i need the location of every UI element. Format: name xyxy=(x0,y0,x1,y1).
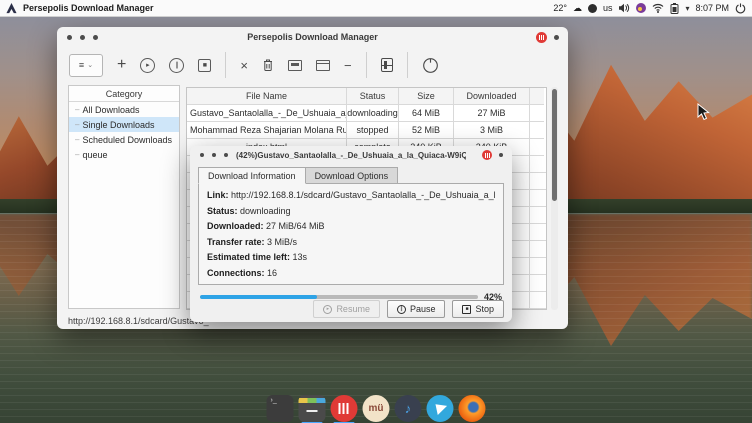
hamburger-icon: ≡ xyxy=(79,60,84,70)
col-downloaded[interactable]: Downloaded xyxy=(454,88,530,105)
sidebar-item-single-downloads[interactable]: Single Downloads xyxy=(69,117,179,132)
progress-bar xyxy=(200,295,478,299)
dialog-tabs: Download Information Download Options xyxy=(198,167,398,184)
window-control-icon[interactable] xyxy=(224,153,228,157)
scrollbar-thumb[interactable] xyxy=(552,89,557,201)
pause-button[interactable]: ∥ Pause xyxy=(387,300,446,318)
resume-button[interactable]: ▸ Resume xyxy=(313,300,380,318)
battery-icon[interactable] xyxy=(670,3,679,14)
info-connections: Connections: 16 xyxy=(207,266,495,282)
chevron-down-icon[interactable]: ▾ xyxy=(685,4,689,13)
queue-button[interactable] xyxy=(381,58,393,72)
weather-temperature[interactable]: 22° xyxy=(553,3,567,13)
weather-cloud-icon: ☁ xyxy=(573,3,582,14)
app-indicator-icon[interactable] xyxy=(636,3,646,13)
info-downloaded: Downloaded: 27 MiB/64 MiB xyxy=(207,219,495,235)
top-panel: Persepolis Download Manager 22° ☁ us ▾ 8… xyxy=(0,0,752,17)
dock: mü ♪ xyxy=(267,395,486,422)
main-window-title: Persepolis Download Manager xyxy=(247,32,378,42)
distro-logo-icon xyxy=(6,3,17,14)
stop-button[interactable]: ■ Stop xyxy=(452,300,504,318)
main-titlebar[interactable]: Persepolis Download Manager xyxy=(57,27,568,47)
window-control-icon[interactable] xyxy=(93,35,98,40)
window-control-icon[interactable] xyxy=(200,153,204,157)
status-bar-url: http://192.168.8.1/sdcard/Gustavo_ xyxy=(68,316,209,326)
desktop: Persepolis Download Manager 22° ☁ us ▾ 8… xyxy=(0,0,752,423)
open-folder-button[interactable] xyxy=(316,60,330,71)
table-scrollbar[interactable] xyxy=(551,87,558,310)
wifi-icon[interactable] xyxy=(652,3,664,13)
toolbar-separator xyxy=(366,52,367,78)
category-sidebar: Category All Downloads Single Downloads … xyxy=(68,85,180,309)
trash-button[interactable] xyxy=(262,58,274,72)
minimize-row-button[interactable]: − xyxy=(344,58,352,73)
tab-download-options[interactable]: Download Options xyxy=(306,167,399,184)
power-icon[interactable] xyxy=(735,3,746,14)
resume-icon: ▸ xyxy=(323,305,332,314)
app-menu[interactable]: Persepolis Download Manager xyxy=(23,3,154,13)
dock-firefox-icon[interactable] xyxy=(459,395,486,422)
table-header: File Name Status Size Downloaded xyxy=(187,88,546,105)
dock-music-icon[interactable]: ♪ xyxy=(395,395,422,422)
sidebar-item-scheduled-downloads[interactable]: Scheduled Downloads xyxy=(69,132,179,147)
tab-download-information[interactable]: Download Information xyxy=(198,167,306,184)
stop-download-button[interactable]: ■ xyxy=(198,59,211,72)
info-link: Link: http://192.168.8.1/sdcard/Gustavo_… xyxy=(207,188,495,204)
resume-download-button[interactable]: ▸ xyxy=(140,58,155,73)
toolbar: ≡ ⌄ + ▸ ∥ ■ × − xyxy=(57,47,568,83)
dock-muse-icon[interactable]: mü xyxy=(363,395,390,422)
info-estimated-time: Estimated time left: 13s xyxy=(207,250,495,266)
mouse-cursor xyxy=(697,103,710,126)
info-transfer-rate: Transfer rate: 3 MiB/s xyxy=(207,235,495,251)
sidebar-header: Category xyxy=(69,86,179,102)
dialog-buttons: ▸ Resume ∥ Pause ■ Stop xyxy=(313,300,504,318)
menu-button[interactable]: ≡ ⌄ xyxy=(69,54,103,77)
table-row[interactable]: Gustavo_Santaolalla_-_De_Ushuaia_a_la_Qu… xyxy=(187,105,546,122)
caret-down-icon: ⌄ xyxy=(87,61,93,69)
col-file-name[interactable]: File Name xyxy=(187,88,347,105)
window-control-icon[interactable] xyxy=(499,153,503,157)
dock-persepolis-icon[interactable] xyxy=(331,395,358,422)
keyboard-layout[interactable]: us xyxy=(603,3,613,13)
window-control-icon[interactable] xyxy=(80,35,85,40)
shutdown-timer-button[interactable] xyxy=(422,57,439,74)
nightlight-icon[interactable] xyxy=(588,4,597,13)
download-progress-dialog: (42%)Gustavo_Santaolalla_-_De_Ushuaia_a_… xyxy=(190,146,512,322)
pause-icon: ∥ xyxy=(397,305,406,314)
window-control-icon[interactable] xyxy=(212,153,216,157)
dialog-title: (42%)Gustavo_Santaolalla_-_De_Ushuaia_a_… xyxy=(236,151,466,160)
remove-download-button[interactable]: × xyxy=(240,58,248,73)
toolbar-separator xyxy=(225,52,226,78)
stop-icon: ■ xyxy=(462,305,471,314)
open-file-button[interactable] xyxy=(288,60,302,71)
persepolis-icon xyxy=(482,150,492,160)
add-download-button[interactable]: + xyxy=(117,56,126,74)
dialog-titlebar[interactable]: (42%)Gustavo_Santaolalla_-_De_Ushuaia_a_… xyxy=(190,146,512,164)
clock[interactable]: 8:07 PM xyxy=(695,3,729,13)
info-status: Status: downloading xyxy=(207,204,495,220)
sidebar-item-all-downloads[interactable]: All Downloads xyxy=(69,102,179,117)
dock-terminal-icon[interactable] xyxy=(267,395,294,422)
dock-terminal2-icon[interactable] xyxy=(299,395,326,422)
download-information-panel: Link: http://192.168.8.1/sdcard/Gustavo_… xyxy=(198,183,504,285)
progress-fill xyxy=(200,295,317,299)
pause-download-button[interactable]: ∥ xyxy=(169,58,184,73)
dock-telegram-icon[interactable] xyxy=(427,395,454,422)
col-size[interactable]: Size xyxy=(399,88,454,105)
col-status[interactable]: Status xyxy=(347,88,399,105)
volume-icon[interactable] xyxy=(618,3,630,13)
window-control-icon[interactable] xyxy=(67,35,72,40)
toolbar-separator xyxy=(407,52,408,78)
col-extra xyxy=(530,88,544,105)
table-row[interactable]: Mohammad Reza Shajarian Molana Rumi Maji… xyxy=(187,122,546,139)
persepolis-icon xyxy=(536,32,547,43)
window-control-icon[interactable] xyxy=(554,35,559,40)
sidebar-item-queue[interactable]: queue xyxy=(69,147,179,162)
